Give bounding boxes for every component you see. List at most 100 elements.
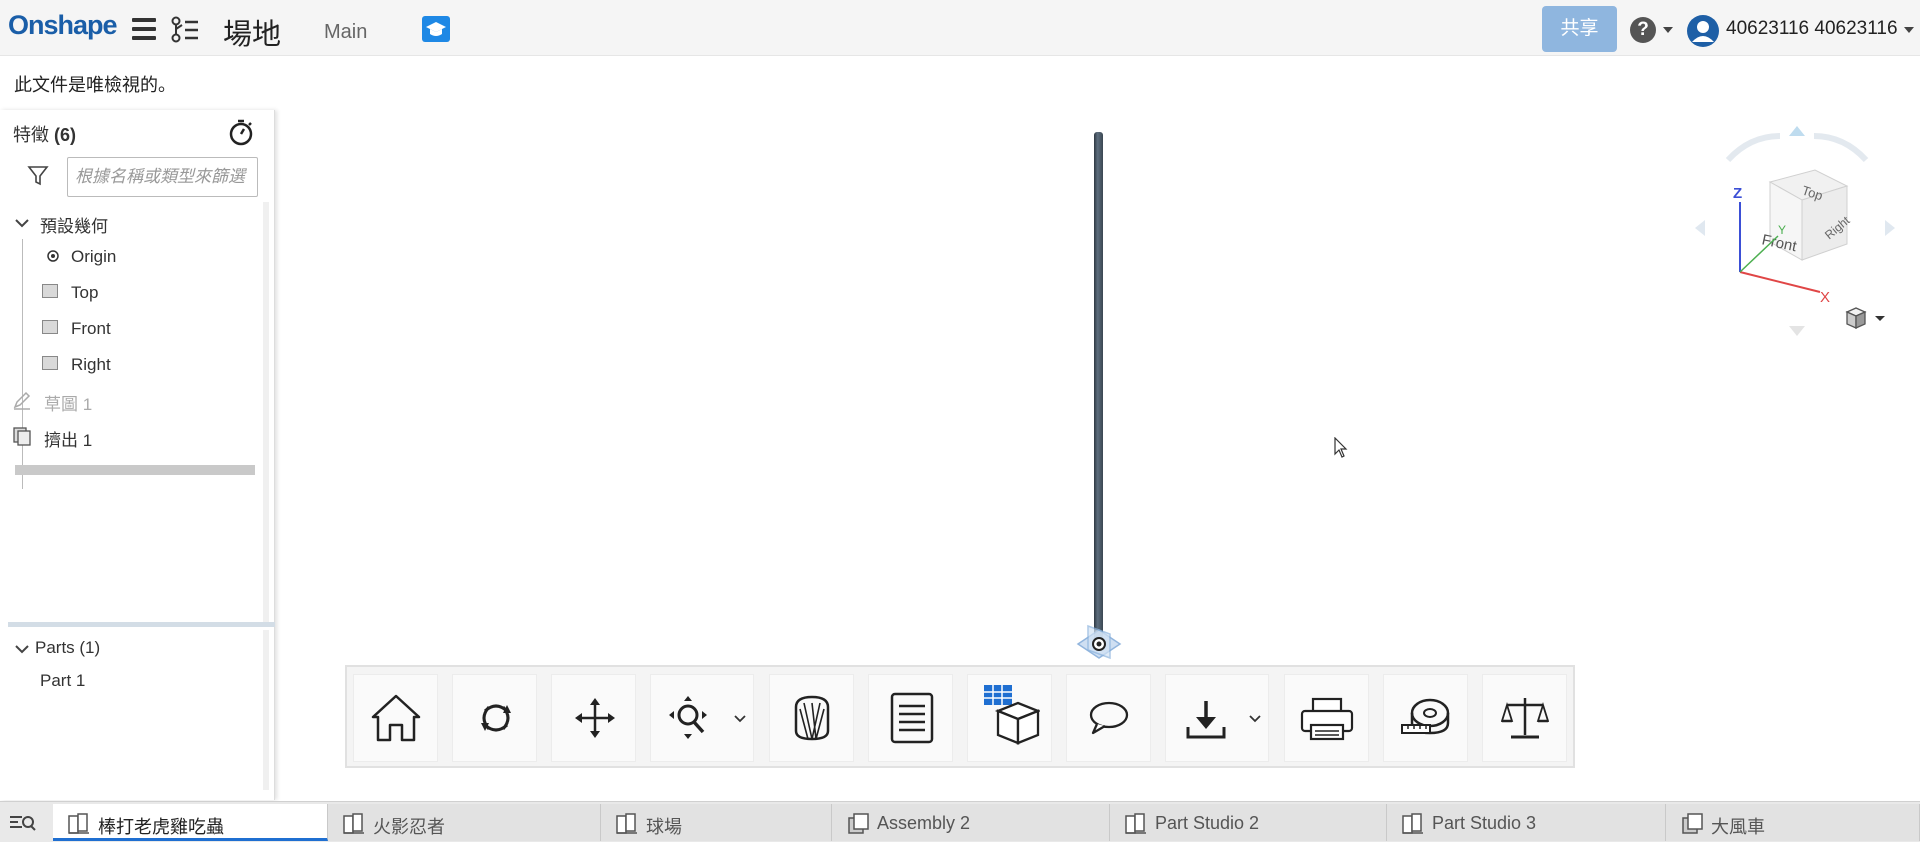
feature-list-title: 特徵 (6) [13, 121, 76, 147]
version-graph-icon[interactable] [170, 16, 200, 44]
print-icon [1300, 697, 1354, 741]
chevron-down-icon[interactable] [14, 215, 30, 231]
tab-label: 大風車 [1711, 817, 1765, 837]
tree-item-front[interactable]: Front [42, 316, 252, 342]
part-label: Part 1 [40, 671, 86, 690]
workspace-branch[interactable]: Main [324, 21, 367, 44]
pan-button[interactable] [551, 674, 636, 762]
home-icon [371, 694, 421, 742]
stopwatch-icon[interactable] [228, 118, 254, 146]
parts-group[interactable]: Parts (1) [12, 635, 252, 661]
document-tab[interactable]: Part Studio 2 [1110, 804, 1387, 841]
section-view-icon [794, 695, 830, 741]
chevron-down-icon[interactable] [14, 641, 30, 657]
document-tab[interactable]: 棒打老虎雞吃蟲 [53, 804, 328, 841]
tab-bar: 棒打老虎雞吃蟲 火影忍者 球場 Assembly 2 Part Studio 2 Part… [0, 801, 1920, 842]
section-view-button[interactable] [769, 674, 854, 762]
filter-icon[interactable] [27, 164, 49, 186]
panel-divider[interactable] [8, 622, 275, 627]
tree-item-label: Top [71, 283, 99, 302]
tree-item-origin[interactable]: Origin [46, 244, 256, 270]
default-geometry-group[interactable]: 預設幾何 [12, 209, 262, 236]
tab-label: Part Studio 2 [1155, 813, 1260, 833]
tree-item-top[interactable]: Top [42, 280, 252, 306]
part-item[interactable]: Part 1 [40, 668, 240, 694]
tree-item-label: 草圖 1 [44, 395, 93, 414]
top-bar: Onshape 場地 Main 共享 ? 40623116 40623116 [0, 0, 1920, 56]
tree-item-label: Front [71, 319, 111, 338]
rotate-button[interactable] [452, 674, 537, 762]
axis-label-y: Y [1778, 223, 1786, 237]
download-icon [1186, 701, 1226, 739]
print-button[interactable] [1284, 674, 1369, 762]
user-menu[interactable]: 40623116 40623116 [1686, 14, 1916, 47]
assembly-icon [846, 813, 872, 840]
bom-table-icon [984, 685, 1040, 745]
tree-item-label: Origin [71, 247, 117, 266]
document-tab[interactable]: 大風車 [1666, 804, 1920, 841]
sketch-icon [13, 391, 31, 410]
plane-icon [42, 320, 58, 334]
read-only-banner: 此文件是唯檢視的。 [14, 75, 176, 95]
extruded-part-model[interactable] [1094, 132, 1103, 642]
origin-icon [47, 250, 59, 262]
help-menu-button[interactable]: ? [1630, 17, 1678, 43]
parts-group-label: Parts (1) [35, 638, 101, 657]
document-tab[interactable]: 球場 [601, 804, 832, 841]
part-studio-icon [1124, 813, 1150, 840]
export-button[interactable] [1165, 674, 1269, 762]
group-label: 預設幾何 [40, 217, 108, 236]
chevron-down-icon [1663, 27, 1673, 33]
document-tab[interactable]: Assembly 2 [832, 804, 1110, 841]
chevron-down-icon[interactable] [734, 715, 746, 723]
part-studio-icon [342, 813, 368, 840]
tree-item-label: Right [71, 355, 111, 374]
rotate-icon [481, 704, 511, 732]
zoom-button[interactable] [650, 674, 754, 762]
tab-manager-icon[interactable] [6, 809, 38, 835]
feature-count: (6) [54, 125, 77, 145]
help-icon: ? [1630, 17, 1656, 43]
feature-tree-panel: 特徵 (6) 預設幾何 Origin Top Front Right [0, 110, 275, 800]
home-view-button[interactable] [353, 674, 438, 762]
tab-label: 棒打老虎雞吃蟲 [98, 817, 224, 837]
comment-button[interactable] [1066, 674, 1151, 762]
tree-item-sketch-1[interactable]: 草圖 1 [12, 387, 252, 414]
education-cap-icon[interactable] [422, 16, 450, 42]
part-studio-icon [67, 813, 93, 840]
plane-icon [42, 356, 58, 370]
assembly-icon [1680, 813, 1706, 840]
rollback-bar[interactable] [15, 465, 255, 475]
chevron-down-icon[interactable] [1249, 715, 1261, 723]
parts-list-scrollbar[interactable] [263, 630, 269, 790]
share-button[interactable]: 共享 [1542, 6, 1617, 52]
tree-item-right[interactable]: Right [42, 352, 252, 378]
bom-table-button[interactable] [967, 674, 1052, 762]
axis-label-z: Z [1733, 185, 1742, 202]
extrude-icon [13, 427, 31, 446]
mass-properties-button[interactable] [1482, 674, 1567, 762]
tree-item-extrude-1[interactable]: 擠出 1 [12, 423, 252, 450]
part-studio-icon [1401, 813, 1427, 840]
tree-item-label: 擠出 1 [44, 431, 93, 450]
view-options-dropdown[interactable] [1843, 304, 1887, 332]
chevron-down-icon [1904, 27, 1914, 33]
feature-filter-input[interactable] [67, 157, 258, 197]
hamburger-menu-icon[interactable] [132, 18, 156, 40]
document-list-icon [890, 692, 934, 744]
document-tab[interactable]: Part Studio 3 [1387, 804, 1666, 841]
tab-label: 球場 [646, 817, 682, 837]
tab-label: Assembly 2 [877, 813, 971, 833]
measure-button[interactable] [1383, 674, 1468, 762]
avatar-icon [1687, 15, 1719, 47]
plane-icon [42, 284, 58, 298]
mouse-cursor-icon [1334, 437, 1348, 458]
feature-list-scrollbar[interactable] [263, 202, 269, 622]
document-tab[interactable]: 火影忍者 [328, 804, 601, 841]
zoom-icon [669, 696, 707, 739]
document-title[interactable]: 場地 [223, 11, 281, 53]
part-studio-icon [615, 813, 641, 840]
pan-icon [575, 698, 615, 738]
onshape-logo[interactable]: Onshape [8, 10, 118, 41]
document-list-button[interactable] [868, 674, 953, 762]
